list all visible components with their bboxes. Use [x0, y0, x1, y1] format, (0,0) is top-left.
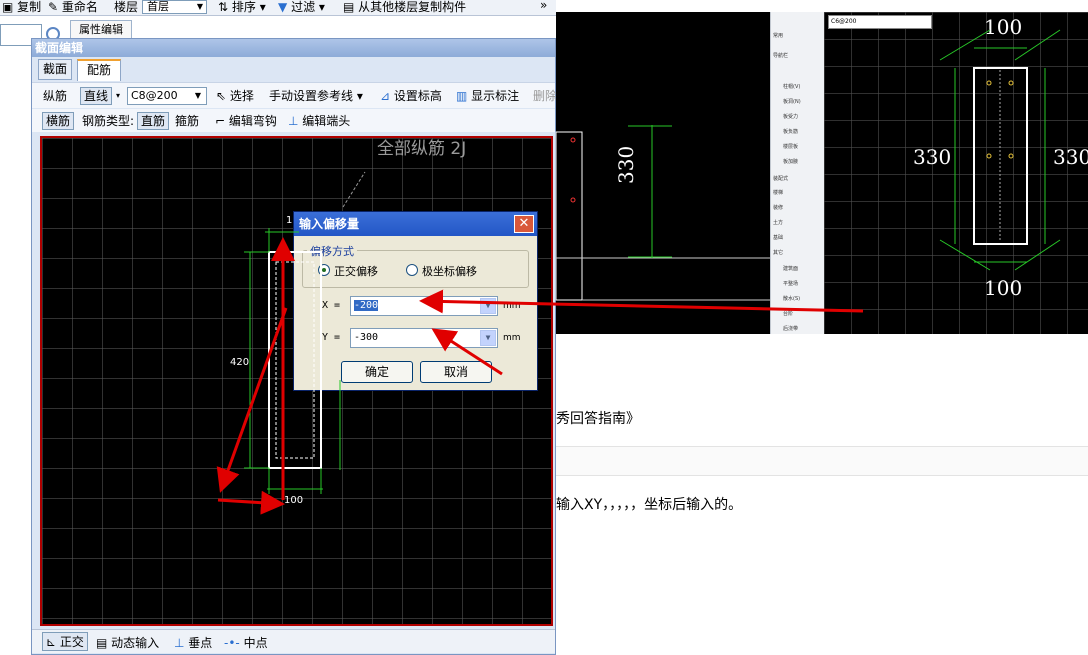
label-icon: ▥: [456, 89, 468, 103]
funnel-icon: ▼: [278, 0, 288, 14]
polar-offset-label: 极坐标偏移: [422, 265, 477, 278]
midpoint-toggle[interactable]: -•- 中点: [224, 634, 268, 651]
dialog-title: 输入偏移量: [294, 212, 537, 236]
line-mode-dropdown-icon[interactable]: ▾: [116, 88, 120, 104]
stirrup-button[interactable]: 箍筋: [175, 113, 199, 129]
ortho-icon: ⊾: [46, 635, 57, 649]
copy-from-floor-button[interactable]: ▤ 从其他楼层复制构件: [343, 0, 466, 15]
status-bar: ⊾ 正交 ▤ 动态输入 ⊥ 垂点 -•- 中点: [32, 629, 555, 653]
perpendicular-icon: ⊥: [174, 636, 185, 650]
section-preview-panel: C6@200 100 330 330 100: [824, 12, 1088, 334]
x-label: X =: [322, 300, 341, 311]
ortho-offset-label: 正交偏移: [334, 265, 378, 278]
component-sidebar: 常用 导航栏 柱帽(V) 板洞(N) 板受力 板负筋 楼层板 板加腋 装配式 楼…: [770, 12, 824, 334]
sidebar-item[interactable]: 装修: [773, 204, 783, 211]
sidebar-item[interactable]: 其它: [773, 249, 783, 256]
sidebar-item[interactable]: 导航栏: [773, 52, 788, 59]
straight-rebar-button[interactable]: 直筋: [137, 112, 170, 130]
copy-button[interactable]: ▣ 复制: [2, 0, 41, 15]
line-mode-button[interactable]: 直线: [80, 87, 113, 105]
polar-offset-radio[interactable]: [406, 264, 418, 276]
rebar-spec-combo[interactable]: C6@200: [828, 15, 932, 29]
sidebar-item[interactable]: 平整场: [783, 280, 798, 287]
tab-reinforcement[interactable]: 配筋: [77, 59, 121, 81]
offset-dialog: 输入偏移量 ✕ 偏移方式 正交偏移 极坐标偏移 X = -200 ▼ mm Y =…: [293, 211, 538, 391]
floor-select[interactable]: 首层 ▼: [142, 0, 207, 14]
chevron-down-icon: ▼: [480, 330, 496, 346]
tab-property-edit[interactable]: 属性编辑: [70, 20, 132, 38]
web-link-text[interactable]: 秀回答指南》: [556, 408, 640, 428]
sidebar-item[interactable]: 建筑面: [783, 265, 798, 272]
web-divider-band: [556, 446, 1088, 476]
sidebar-item[interactable]: 楼梯: [773, 189, 783, 196]
ok-button[interactable]: 确定: [341, 361, 413, 383]
edit-end-button[interactable]: ⊥ 编辑端头: [288, 113, 350, 129]
transverse-button[interactable]: 横筋: [42, 112, 75, 130]
rebar-type-label: 钢筋类型:: [82, 114, 135, 128]
show-labels-button[interactable]: ▥ 显示标注: [456, 88, 519, 104]
sidebar-item[interactable]: 装配式: [773, 175, 788, 182]
sidebar-item[interactable]: 常用: [773, 32, 783, 39]
offset-mode-label: 偏移方式: [307, 243, 357, 259]
cursor-icon: ⇖: [216, 89, 227, 103]
end-icon: ⊥: [288, 114, 299, 128]
sidebar-item[interactable]: 台阶: [783, 310, 793, 317]
preview-dim-top: 100: [984, 15, 1023, 39]
sidebar-item[interactable]: 板受力: [783, 113, 798, 120]
web-answer-text: 输入XY，，，，，坐标后输入的。: [556, 497, 743, 513]
dim-bottom-label: 100: [284, 495, 304, 506]
canvas-annotation: 全部纵筋 2J: [377, 139, 467, 159]
sidebar-item[interactable]: 板加腋: [783, 158, 798, 165]
tab-section[interactable]: 截面: [38, 59, 72, 80]
dynamic-input-toggle[interactable]: ▤ 动态输入: [96, 634, 159, 651]
sidebar-item[interactable]: 柱帽(V): [783, 83, 800, 90]
sidebar-item[interactable]: 板负筋: [783, 128, 798, 135]
perpendicular-toggle[interactable]: ⊥ 垂点: [174, 634, 212, 651]
sidebar-item[interactable]: 板洞(N): [783, 98, 801, 105]
y-offset-input[interactable]: -300 ▼: [350, 328, 498, 348]
chevron-down-icon: ▼: [194, 91, 202, 100]
y-label: Y =: [322, 332, 341, 343]
cancel-button[interactable]: 取消: [420, 361, 492, 383]
manual-ref-line-button[interactable]: 手动设置参考线 ▾: [269, 88, 363, 104]
reinforcement-toolbar-2: 横筋 钢筋类型: 直筋 箍筋 ⌐ 编辑弯钩 ⊥ 编辑端头: [32, 109, 555, 132]
floor-label: 楼层: [114, 0, 139, 14]
x-offset-input[interactable]: -200 ▼: [350, 296, 498, 316]
main-toolbar: ▣ 复制 ✎ 重命名 楼层 首层 ▼ ⇅ 排序 ▾ ▼ 过滤 ▾ ▤ 从其他楼层复…: [0, 0, 556, 16]
sidebar-item[interactable]: 后浇带: [783, 325, 798, 332]
panel1-dim-label: 330: [614, 145, 638, 184]
sidebar-item[interactable]: 基础: [773, 234, 783, 241]
y-unit: mm: [503, 333, 521, 343]
x-unit: mm: [503, 301, 521, 311]
filter-button[interactable]: ▼ 过滤 ▾: [278, 0, 325, 15]
cad-preview-panel: 330: [556, 12, 770, 334]
edit-hook-button[interactable]: ⌐ 编辑弯钩: [215, 113, 277, 129]
ortho-toggle[interactable]: ⊾ 正交: [42, 632, 88, 651]
close-icon[interactable]: ✕: [514, 215, 534, 233]
sidebar-item[interactable]: 土方: [773, 219, 783, 226]
sidebar-item[interactable]: 楼层板: [783, 143, 798, 150]
chevron-down-icon: ▼: [480, 298, 496, 314]
elevation-icon: ⊿: [380, 89, 391, 103]
midpoint-icon: -•-: [224, 636, 240, 650]
dim-left-label: 420: [230, 357, 250, 368]
reinforcement-toolbar-1: 纵筋 直线 ▾ C8@200 ▼ ⇖ 选择 手动设置参考线 ▾ ⊿ 设置标高 ▥ …: [32, 82, 557, 108]
rebar-spec-select[interactable]: C8@200 ▼: [127, 87, 207, 105]
preview-dim-left: 330: [913, 145, 952, 169]
dynamic-input-icon: ▤: [96, 636, 108, 650]
more-button[interactable]: »: [540, 0, 547, 12]
longitudinal-button[interactable]: 纵筋: [43, 88, 67, 104]
set-elevation-button[interactable]: ⊿ 设置标高: [380, 88, 442, 104]
preview-dim-right: 330: [1053, 145, 1088, 169]
sidebar-item[interactable]: 散水(S): [783, 295, 800, 302]
hook-icon: ⌐: [215, 114, 226, 128]
ortho-offset-radio[interactable]: [318, 264, 330, 276]
editor-title: 截面编辑: [32, 39, 555, 57]
sort-button[interactable]: ⇅ 排序 ▾: [218, 0, 266, 15]
rename-button[interactable]: ✎ 重命名: [48, 0, 98, 15]
select-tool-button[interactable]: ⇖ 选择: [216, 88, 254, 104]
delete-button[interactable]: 删除: [533, 88, 557, 104]
preview-dim-bottom: 100: [984, 276, 1023, 300]
